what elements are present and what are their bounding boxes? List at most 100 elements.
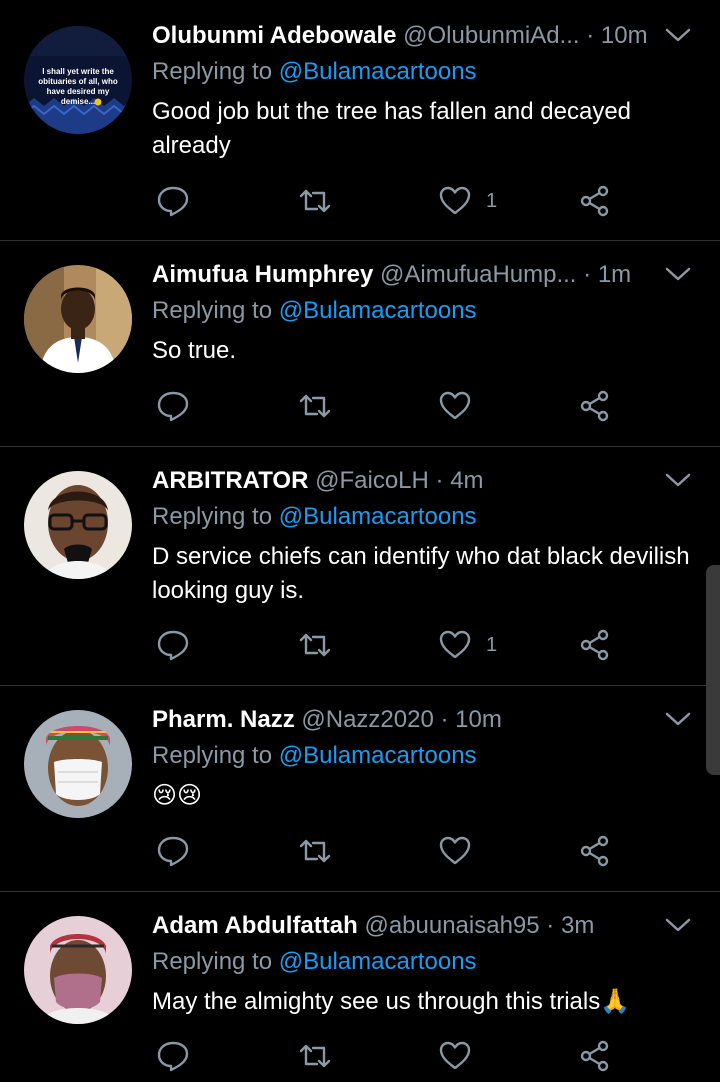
comment-icon [156,389,190,423]
heart-icon [438,628,472,662]
avatar[interactable] [24,471,132,579]
like-button[interactable] [438,831,486,871]
timestamp: 1m [597,261,632,288]
avatar[interactable] [24,710,132,818]
replying-to: Replying to @Bulamacartoons [152,55,477,89]
share-button[interactable] [578,181,612,221]
separator-dot: · [435,467,444,494]
tweet-header: Aimufua Humphrey @AimufuaHump... · 1m [152,257,720,293]
comment-icon [156,184,190,218]
retweet-button[interactable] [297,831,333,871]
svg-text:obituaries of all, who: obituaries of all, who [38,77,118,86]
svg-text:I shall yet write the: I shall yet write the [42,67,114,76]
mention-link[interactable]: @Bulamacartoons [279,742,477,769]
tweet-5[interactable]: Adam Abdulfattah @abuunaisah95 · 3m Repl… [0,891,720,1082]
comment-icon [156,628,190,662]
tweet-3[interactable]: ARBITRATOR @FaicoLH · 4m Replying to @Bu… [0,446,720,686]
reply-button[interactable] [156,625,190,665]
heart-icon [438,389,472,423]
share-button[interactable] [578,625,612,665]
retweet-icon [297,834,333,868]
share-button[interactable] [578,1036,612,1076]
display-name[interactable]: Pharm. Nazz [152,706,295,733]
share-button[interactable] [578,386,612,426]
reply-button[interactable] [156,831,190,871]
display-name[interactable]: Adam Abdulfattah [152,912,358,939]
timestamp: 3m [560,912,595,939]
retweet-button[interactable] [297,1036,333,1076]
svg-text:demise...: demise... [61,97,95,106]
user-handle[interactable]: @Nazz2020 [301,706,433,733]
retweet-icon [297,1039,333,1073]
reply-button[interactable] [156,386,190,426]
tweet-text: So true. [152,337,237,364]
replying-to-label: Replying to [152,297,279,324]
replying-to: Replying to @Bulamacartoons [152,500,477,534]
like-button[interactable] [438,386,486,426]
comment-icon [156,1039,190,1073]
reply-button[interactable] [156,1036,190,1076]
retweet-button[interactable] [297,181,333,221]
chevron-down-icon[interactable] [664,257,692,293]
avatar[interactable]: I shall yet write the obituaries of all,… [24,26,132,134]
like-button[interactable]: 1 [438,181,497,221]
chevron-down-icon[interactable] [664,702,692,738]
separator-dot: · [546,912,555,939]
retweet-icon [297,184,333,218]
tweet-1[interactable]: I shall yet write the obituaries of all,… [0,0,720,241]
user-handle[interactable]: @OlubunmiAd... [403,22,579,49]
avatar[interactable] [24,916,132,1024]
user-handle[interactable]: @FaicoLH [315,467,429,494]
heart-icon [438,184,472,218]
share-icon [578,1039,612,1073]
share-button[interactable] [578,831,612,871]
replying-to-label: Replying to [152,503,279,530]
retweet-icon [297,628,333,662]
replying-to-label: Replying to [152,948,279,975]
scrollbar[interactable] [706,565,720,775]
timestamp: 10m [600,22,648,49]
avatar[interactable] [24,265,132,373]
replying-to-label: Replying to [152,742,279,769]
display-name[interactable]: Aimufua Humphrey [152,261,373,288]
tweet-actions: 1 [152,181,622,221]
share-icon [578,628,612,662]
tweet-text: D service chiefs can identify who dat bl… [152,543,690,604]
separator-dot: · [586,22,595,49]
like-count: 1 [486,189,498,212]
svg-text:have desired my: have desired my [47,87,110,96]
timestamp: 4m [450,467,484,494]
user-handle[interactable]: @AimufuaHump... [380,261,576,288]
chevron-down-icon[interactable] [664,463,692,499]
separator-dot: · [440,706,449,733]
tweet-actions [152,1036,622,1076]
display-name[interactable]: ARBITRATOR [152,467,308,494]
mention-link[interactable]: @Bulamacartoons [279,503,477,530]
tweet-header: Olubunmi Adebowale @OlubunmiAd... · 10m [152,18,720,54]
reply-button[interactable] [156,181,190,221]
comment-icon [156,834,190,868]
tweet-header: ARBITRATOR @FaicoLH · 4m [152,463,720,499]
tweet-actions [152,831,622,871]
display-name[interactable]: Olubunmi Adebowale [152,22,396,49]
chevron-down-icon[interactable] [664,908,692,944]
user-handle[interactable]: @abuunaisah95 [364,912,539,939]
mention-link[interactable]: @Bulamacartoons [279,297,477,324]
tweet-2[interactable]: Aimufua Humphrey @AimufuaHump... · 1m Re… [0,240,720,447]
like-button[interactable]: 1 [438,625,497,665]
replying-to: Replying to @Bulamacartoons [152,294,477,328]
retweet-button[interactable] [297,625,333,665]
tweet-text: May the almighty see us through this tri… [152,988,631,1015]
tweet-4[interactable]: Pharm. Nazz @Nazz2020 · 10m Replying to … [0,685,720,892]
replying-to: Replying to @Bulamacartoons [152,945,477,979]
mention-link[interactable]: @Bulamacartoons [279,58,477,85]
chevron-down-icon[interactable] [664,18,692,54]
share-icon [578,834,612,868]
tweet-actions: 1 [152,625,622,665]
retweet-button[interactable] [297,386,333,426]
mention-link[interactable]: @Bulamacartoons [279,948,477,975]
replying-to-label: Replying to [152,58,279,85]
tweet-header: Adam Abdulfattah @abuunaisah95 · 3m [152,908,720,944]
retweet-icon [297,389,333,423]
like-button[interactable] [438,1036,486,1076]
